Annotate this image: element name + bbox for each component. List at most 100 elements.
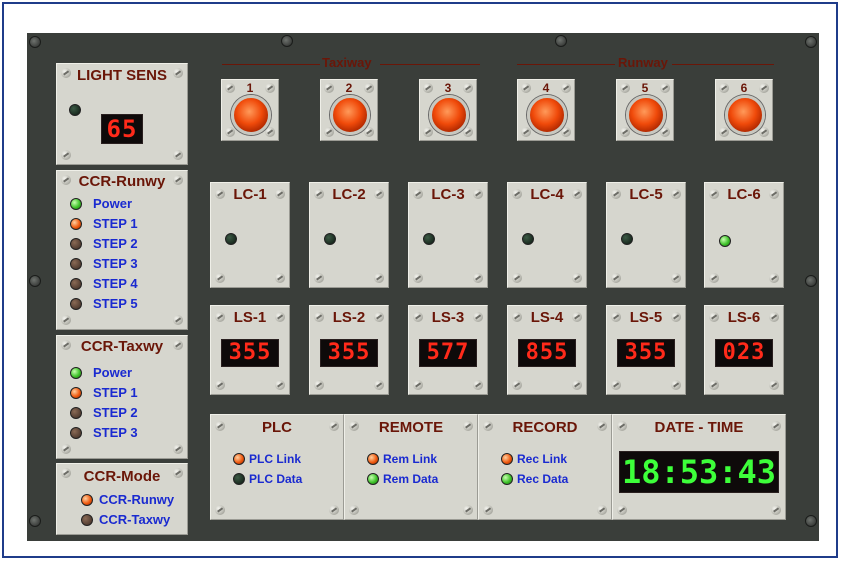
screw-icon — [771, 505, 781, 515]
taxiway-section-label: Taxiway — [322, 55, 372, 70]
taxiway-divider-left — [222, 64, 320, 65]
screw-icon — [225, 127, 235, 137]
date-time-title: DATE - TIME — [654, 419, 744, 436]
screw-icon — [173, 315, 183, 325]
screw-icon — [660, 127, 670, 137]
lc-led — [225, 233, 237, 245]
ccr-runway-item: STEP 3 — [93, 256, 138, 271]
screw-icon — [173, 150, 183, 160]
control-console: LIGHT SENS 65 CCR-Runwy Power STEP 1 STE… — [27, 33, 819, 541]
screw-icon — [759, 127, 769, 137]
ccr-runway-item: Power — [93, 196, 133, 211]
ls-display: 577 — [419, 339, 477, 367]
console-screw-icon — [281, 35, 293, 47]
ccr-taxiway-step3-led — [70, 427, 82, 439]
lamp-icon[interactable] — [725, 95, 765, 135]
ccr-runway-item: STEP 1 — [93, 216, 138, 231]
ls-panel-5: LS-5 355 — [606, 305, 686, 395]
screw-icon — [521, 127, 531, 137]
console-screw-icon — [29, 515, 41, 527]
record-title: RECORD — [512, 419, 578, 436]
screw-icon — [709, 273, 719, 283]
ls-display: 355 — [320, 339, 378, 367]
ls-panel-6: LS-6 023 — [704, 305, 784, 395]
console-screw-icon — [555, 35, 567, 47]
lamp-panel-4[interactable]: 4 — [517, 79, 575, 141]
lamp-icon[interactable] — [429, 95, 469, 135]
screw-icon — [473, 273, 483, 283]
lamp-number: 2 — [345, 81, 353, 95]
lamp-panel-2[interactable]: 2 — [320, 79, 378, 141]
lc-title: LC-3 — [431, 186, 465, 203]
remote-panel: REMOTE Rem Link Rem Data — [344, 414, 478, 520]
lamp-icon[interactable] — [527, 95, 567, 135]
screw-icon — [463, 505, 473, 515]
lamp-panel-6[interactable]: 6 — [715, 79, 773, 141]
lamp-panel-3[interactable]: 3 — [419, 79, 477, 141]
ls-title: LS-1 — [233, 309, 267, 326]
screw-icon — [671, 380, 681, 390]
screw-icon — [719, 127, 729, 137]
ccr-taxiway-power-led — [70, 367, 82, 379]
remote-link-led — [367, 453, 379, 465]
ccr-mode-panel: CCR-Mode CCR-Runwy CCR-Taxwy — [56, 463, 188, 535]
ccr-runway-panel: CCR-Runwy Power STEP 1 STEP 2 STEP 3 STE… — [56, 170, 188, 330]
ccr-mode-runway-led[interactable] — [81, 494, 93, 506]
ccr-taxiway-item: STEP 3 — [93, 425, 138, 440]
screw-icon — [423, 127, 433, 137]
ccr-runway-step1-led — [70, 218, 82, 230]
screw-icon — [61, 444, 71, 454]
lamp-icon[interactable] — [330, 95, 370, 135]
record-data-label: Rec Data — [517, 472, 569, 486]
plc-link-led — [233, 453, 245, 465]
ccr-runway-power-led — [70, 198, 82, 210]
lamp-icon[interactable] — [231, 95, 271, 135]
screw-icon — [314, 273, 324, 283]
screw-icon — [215, 273, 225, 283]
lc-led — [621, 233, 633, 245]
screw-icon — [374, 380, 384, 390]
lamp-panel-1[interactable]: 1 — [221, 79, 279, 141]
screw-icon — [620, 127, 630, 137]
screw-icon — [572, 273, 582, 283]
screw-icon — [173, 444, 183, 454]
ccr-mode-title: CCR-Mode — [83, 468, 161, 485]
record-panel: RECORD Rec Link Rec Data — [478, 414, 612, 520]
ls-display: 355 — [221, 339, 279, 367]
screw-icon — [709, 380, 719, 390]
ccr-mode-taxiway-option[interactable]: CCR-Taxwy — [99, 512, 170, 527]
record-link-label: Rec Link — [517, 452, 568, 466]
screw-icon — [329, 505, 339, 515]
ccr-taxiway-panel: CCR-Taxwy Power STEP 1 STEP 2 STEP 3 — [56, 335, 188, 459]
lc-panel-3: LC-3 — [408, 182, 488, 288]
lc-panel-4: LC-4 — [507, 182, 587, 288]
ls-title: LS-6 — [727, 309, 761, 326]
screw-icon — [374, 273, 384, 283]
lc-panel-2: LC-2 — [309, 182, 389, 288]
lamp-number: 1 — [246, 81, 254, 95]
screw-icon — [314, 380, 324, 390]
screw-icon — [265, 127, 275, 137]
console-screw-icon — [29, 36, 41, 48]
ccr-mode-runway-option[interactable]: CCR-Runwy — [99, 492, 174, 507]
plc-data-label: PLC Data — [249, 472, 303, 486]
screw-icon — [413, 273, 423, 283]
lamp-panel-5[interactable]: 5 — [616, 79, 674, 141]
screw-icon — [611, 273, 621, 283]
screw-icon — [512, 273, 522, 283]
record-data-led — [501, 473, 513, 485]
lamp-number: 5 — [641, 81, 649, 95]
ccr-runway-step5-led — [70, 298, 82, 310]
ls-panel-2: LS-2 355 — [309, 305, 389, 395]
lc-panel-6: LC-6 — [704, 182, 784, 288]
lc-title: LC-2 — [332, 186, 366, 203]
ccr-taxiway-step2-led — [70, 407, 82, 419]
ls-title: LS-2 — [332, 309, 366, 326]
date-time-panel: DATE - TIME 18:53:43 — [612, 414, 786, 520]
console-screw-icon — [805, 275, 817, 287]
lc-title: LC-6 — [727, 186, 761, 203]
lamp-icon[interactable] — [626, 95, 666, 135]
ccr-mode-taxiway-led[interactable] — [81, 514, 93, 526]
screw-icon — [512, 380, 522, 390]
ls-title: LS-4 — [530, 309, 564, 326]
